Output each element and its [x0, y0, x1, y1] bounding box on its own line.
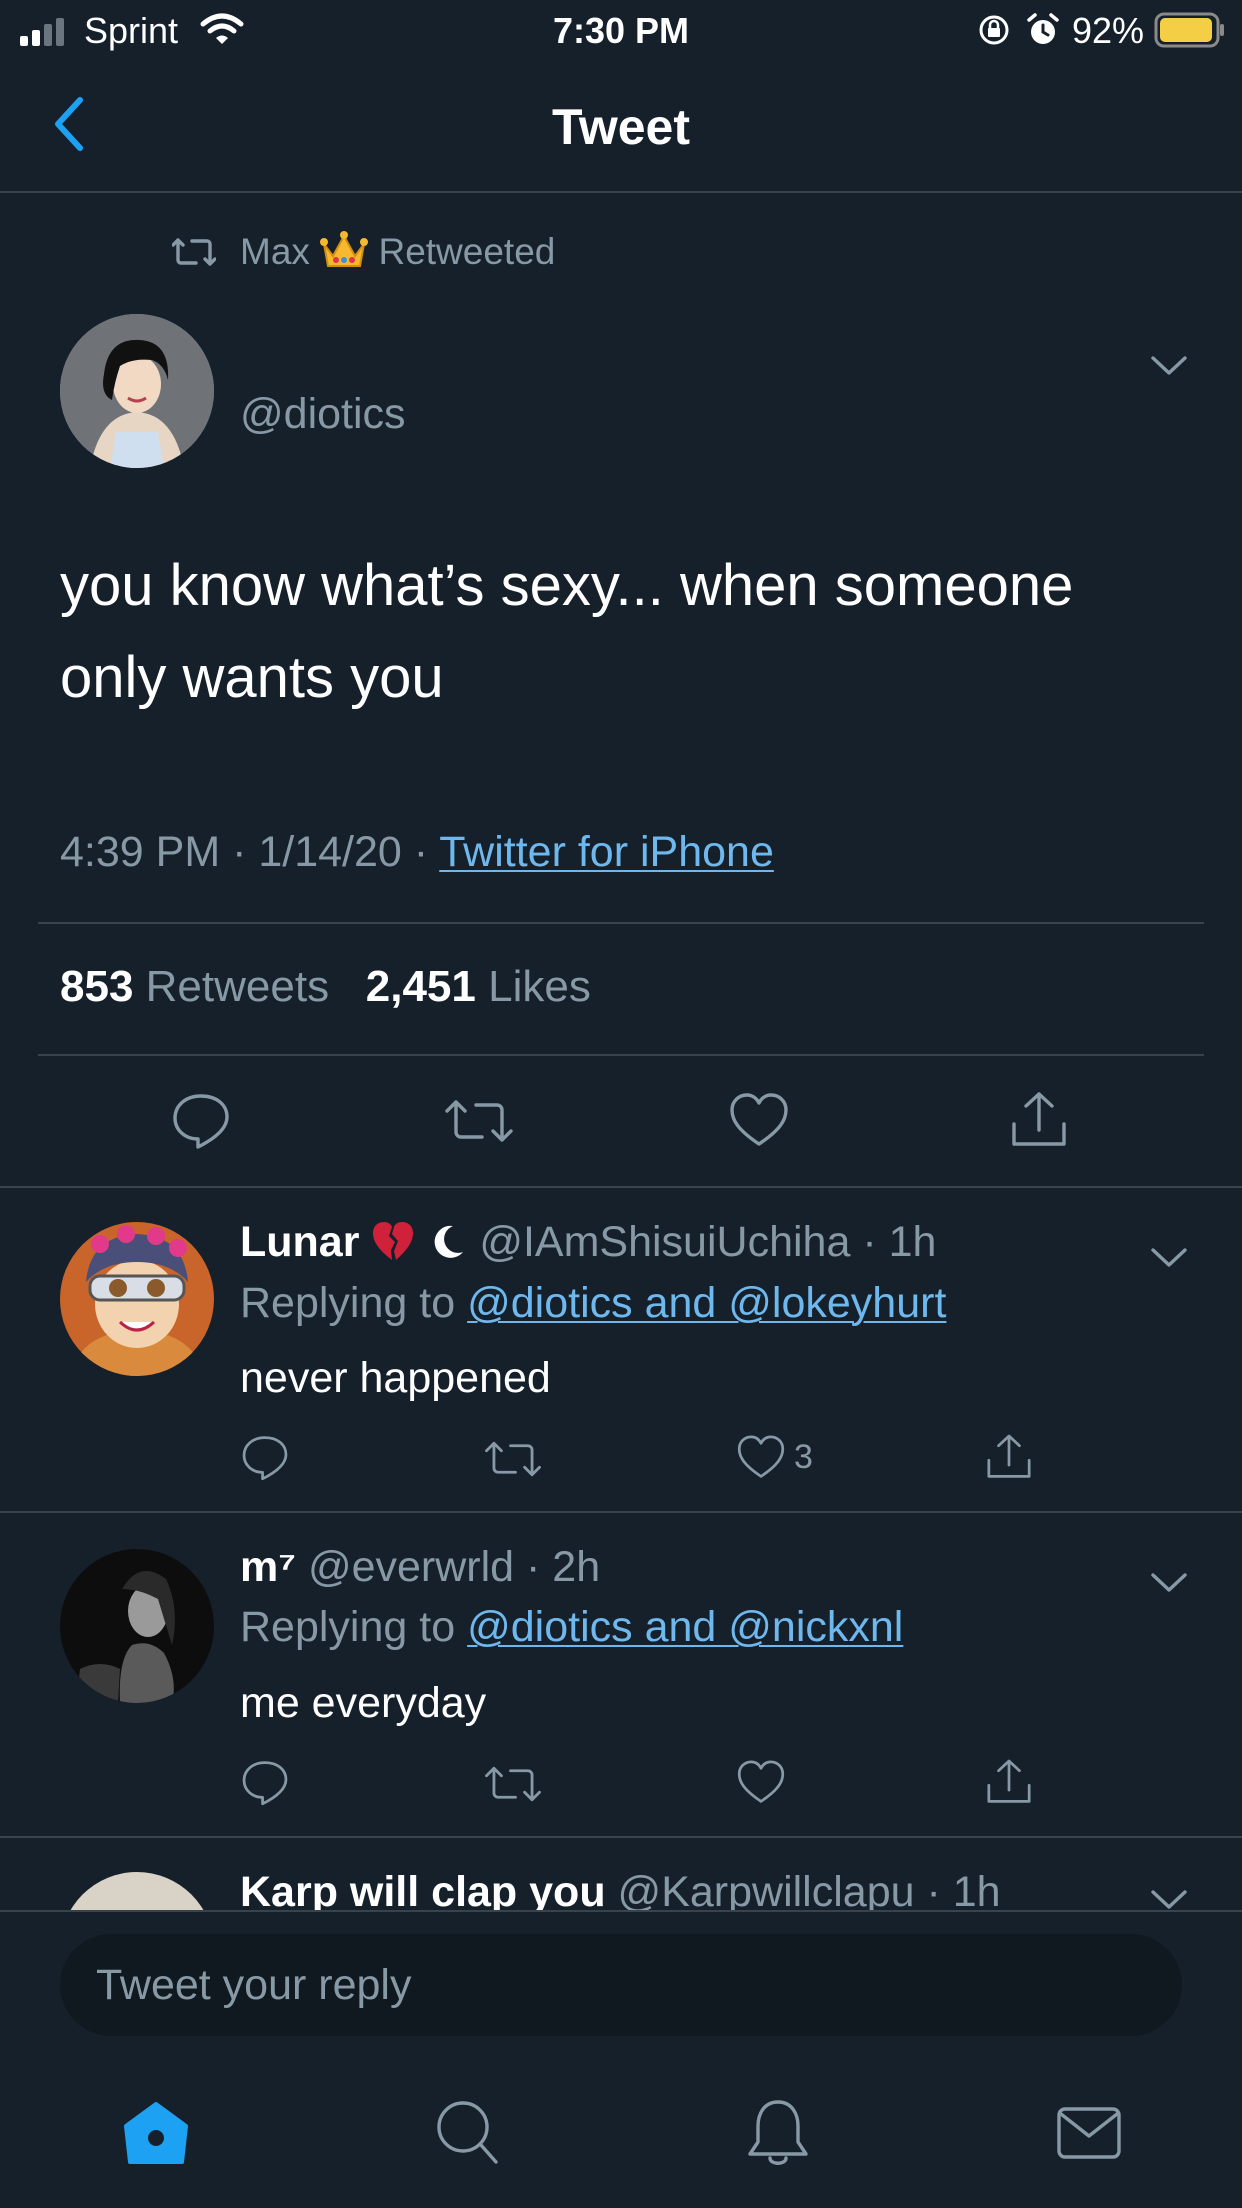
retweeter-name[interactable]: Max [240, 231, 310, 272]
reply-header: m⁷ @everwrld · 2h [240, 1543, 601, 1591]
reply-header: Lunar @IAmShisuiUchiha · 1h [240, 1218, 937, 1266]
chevron-down-icon[interactable] [1150, 1888, 1188, 1910]
reply-avatar[interactable] [60, 1549, 214, 1703]
notifications-icon[interactable] [746, 2098, 810, 2170]
reply-author-name[interactable]: Lunar [240, 1218, 359, 1266]
chevron-down-icon[interactable] [1150, 354, 1188, 378]
replying-to-label: Replying to [240, 1279, 456, 1327]
likes-count: 2,451 [365, 962, 476, 1011]
likes-label: Likes [488, 962, 591, 1011]
retweet-icon [172, 238, 216, 266]
tweet-date: 1/14/20 [258, 828, 402, 876]
tweet-action-bar [0, 1090, 1242, 1150]
reply-text: me everyday [240, 1679, 487, 1727]
retweet-icon[interactable] [484, 1438, 542, 1480]
reply-age: 1h [952, 1868, 1001, 1910]
broken-heart-emoji-icon [373, 1222, 414, 1260]
status-bar: Sprint 7:30 PM 92% [0, 0, 1242, 60]
reply-action-bar: 3 [0, 1432, 1242, 1484]
chevron-down-icon[interactable] [1150, 1571, 1188, 1595]
tweet-stats: 853 Retweets 2,451 Likes [60, 962, 591, 1012]
reply-action-bar [0, 1757, 1242, 1809]
reply-author-handle[interactable]: @Karpwillclapu [618, 1868, 915, 1910]
retweets-label: Retweets [145, 962, 330, 1011]
likes-stat[interactable]: 2,451 Likes [366, 962, 591, 1011]
like-icon[interactable] [728, 1092, 790, 1148]
tweet-text: you know what’s sexy... when someone onl… [60, 553, 1074, 710]
reply-age: 2h [552, 1543, 601, 1591]
alarm-icon [1027, 13, 1059, 44]
orientation-lock-icon [979, 15, 1009, 45]
replying-to-line: Replying to @diotics and @lokeyhurt [240, 1279, 946, 1328]
retweeted-label: Retweeted [378, 231, 556, 272]
retweets-stat[interactable]: 853 Retweets [60, 962, 329, 1011]
share-icon[interactable] [984, 1757, 1034, 1807]
replying-to-link[interactable]: @diotics and @lokeyhurt [467, 1279, 946, 1327]
replying-to-label: Replying to [240, 1603, 456, 1651]
messages-icon[interactable] [1056, 2106, 1122, 2160]
reply-avatar[interactable] [60, 1872, 214, 1910]
like-count: 3 [794, 1438, 813, 1476]
retweeted-by-label: Max Retweeted [240, 230, 555, 273]
retweet-icon[interactable] [444, 1096, 514, 1146]
reply-text: never happened [240, 1354, 551, 1402]
tab-bar [0, 2090, 1242, 2200]
reply-author-handle[interactable]: @everwrld [308, 1543, 514, 1591]
author-avatar[interactable] [60, 314, 214, 468]
page-title: Tweet [552, 99, 690, 155]
like-icon[interactable] [736, 1434, 786, 1480]
reply-author-name[interactable]: m⁷ [240, 1543, 296, 1591]
retweet-icon[interactable] [484, 1763, 542, 1805]
like-icon[interactable] [736, 1759, 786, 1805]
crescent-moon-emoji-icon [435, 1225, 464, 1258]
author-handle[interactable]: @diotics [240, 390, 406, 439]
stats-divider [38, 1054, 1204, 1056]
replying-to-line: Replying to @diotics and @nickxnl [240, 1603, 903, 1652]
tweet-time: 4:39 PM [60, 828, 221, 876]
share-icon[interactable] [984, 1432, 1034, 1482]
retweets-count: 853 [60, 962, 134, 1011]
header-divider [0, 191, 1242, 193]
tweet-meta: 4:39 PM · 1/14/20 · Twitter for iPhone [60, 828, 774, 876]
chevron-down-icon[interactable] [1150, 1246, 1188, 1270]
reply-author-name[interactable]: Karp will clap you [240, 1868, 606, 1910]
reply-avatar[interactable] [60, 1222, 214, 1376]
reply-icon[interactable] [170, 1090, 232, 1150]
home-icon[interactable] [122, 2102, 190, 2166]
tweet-source-link[interactable]: Twitter for iPhone [439, 828, 774, 876]
reply-composer[interactable] [60, 1934, 1182, 2036]
reply-item[interactable]: Lunar @IAmShisuiUchiha · 1h Replying to … [0, 1188, 1242, 1510]
reply-icon[interactable] [240, 1757, 290, 1807]
search-icon[interactable] [434, 2098, 500, 2168]
reply-age: 1h [888, 1218, 937, 1266]
reply-input[interactable] [96, 1934, 1136, 2036]
replying-to-link[interactable]: @diotics and @nickxnl [467, 1603, 903, 1651]
meta-divider [38, 922, 1204, 924]
reply-item[interactable]: Karp will clap you @Karpwillclapu · 1h [0, 1838, 1242, 1910]
battery-icon [1154, 12, 1224, 48]
reply-item[interactable]: m⁷ @everwrld · 2h Replying to @diotics a… [0, 1513, 1242, 1835]
reply-icon[interactable] [240, 1432, 290, 1482]
crown-emoji-icon [320, 231, 369, 267]
share-icon[interactable] [1008, 1090, 1070, 1150]
reply-author-handle[interactable]: @IAmShisuiUchiha [479, 1218, 850, 1266]
battery-percent: 92% [1072, 10, 1145, 51]
reply-header: Karp will clap you @Karpwillclapu · 1h [240, 1868, 1001, 1910]
